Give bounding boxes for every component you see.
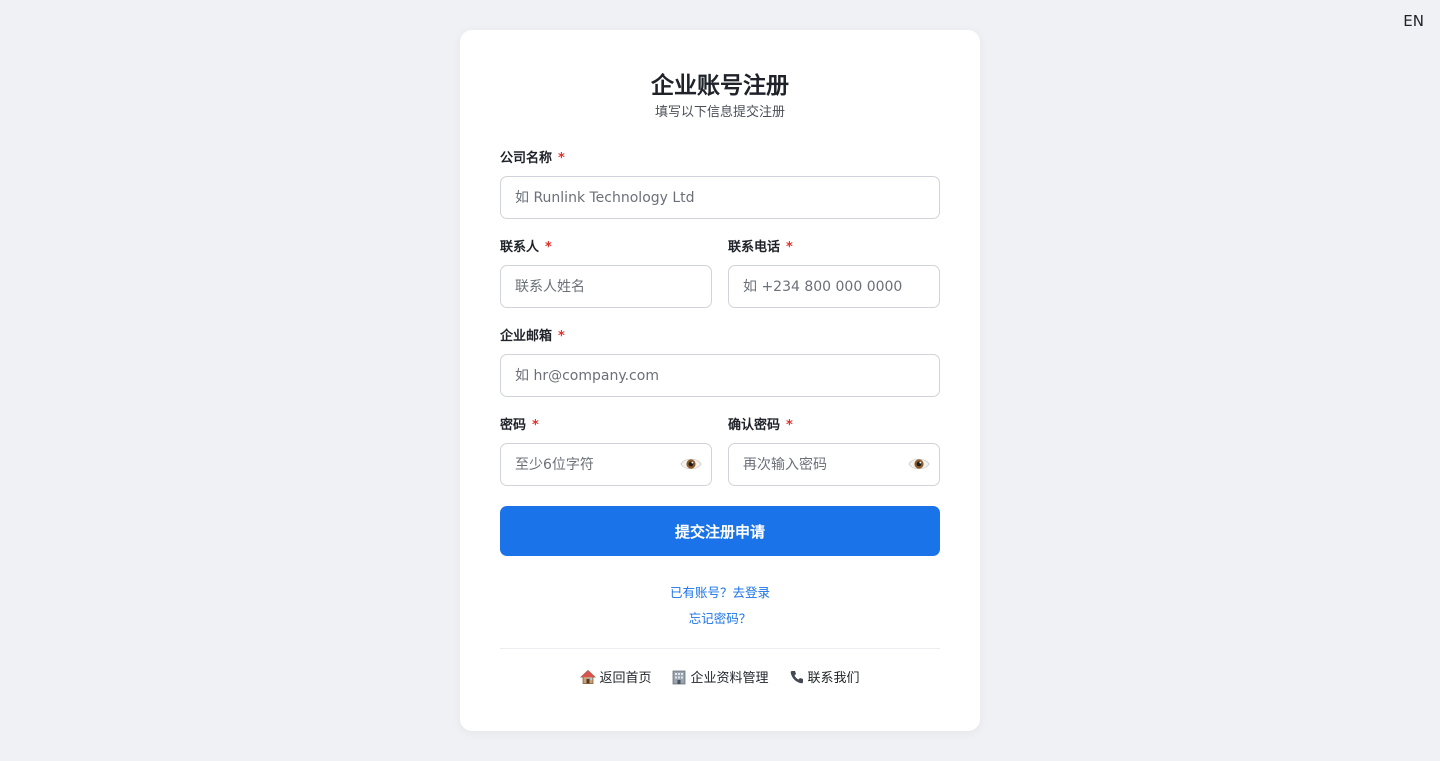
registration-card: 企业账号注册 填写以下信息提交注册 公司名称 * 联系人 * 联系电话 * xyxy=(460,30,980,731)
email-label-text: 企业邮箱 xyxy=(500,329,553,344)
forgot-password-link[interactable]: 忘记密码？ xyxy=(500,606,940,632)
footer-profile-link[interactable]: 企业资料管理 xyxy=(671,667,769,686)
phone-icon xyxy=(790,670,803,683)
auth-links: 已有账号？去登录 忘记密码？ xyxy=(500,580,940,632)
office-building-icon xyxy=(673,670,686,684)
contact-field: 联系人 * xyxy=(500,239,712,308)
password-label-text: 密码 xyxy=(500,418,527,433)
language-toggle[interactable]: EN xyxy=(1403,12,1424,30)
footer-home-link[interactable]: 返回首页 xyxy=(580,667,651,686)
required-mark: * xyxy=(532,418,539,433)
phone-label: 联系电话 * xyxy=(728,239,940,257)
contact-row: 联系人 * 联系电话 * xyxy=(500,239,940,328)
contact-label: 联系人 * xyxy=(500,239,712,257)
footer-profile-label: 企业资料管理 xyxy=(690,671,769,686)
confirm-password-label-text: 确认密码 xyxy=(728,418,781,433)
required-mark: * xyxy=(786,240,793,255)
company-label-text: 公司名称 xyxy=(500,151,553,166)
phone-input[interactable] xyxy=(728,265,940,308)
contact-label-text: 联系人 xyxy=(500,240,540,255)
company-name-input[interactable] xyxy=(500,176,940,219)
company-field: 公司名称 * xyxy=(500,150,940,219)
registration-form: 公司名称 * 联系人 * 联系电话 * xyxy=(500,150,940,556)
divider xyxy=(500,648,940,649)
footer-nav: 返回首页 企业资料管理 联系我们 xyxy=(500,667,940,686)
contact-person-input[interactable] xyxy=(500,265,712,308)
eye-icon[interactable] xyxy=(908,454,930,474)
submit-registration-button[interactable]: 提交注册申请 xyxy=(500,506,940,556)
page-subtitle: 填写以下信息提交注册 xyxy=(654,105,785,120)
email-field: 企业邮箱 * xyxy=(500,328,940,397)
confirm-password-label: 确认密码 * xyxy=(728,417,940,435)
password-label: 密码 * xyxy=(500,417,712,435)
password-field: 密码 * xyxy=(500,417,712,486)
phone-label-text: 联系电话 xyxy=(728,240,781,255)
required-mark: * xyxy=(545,240,552,255)
password-row: 密码 * 确认密码 * xyxy=(500,417,940,506)
email-label: 企业邮箱 * xyxy=(500,328,940,346)
login-link[interactable]: 已有账号？去登录 xyxy=(500,580,940,606)
password-input-wrap xyxy=(500,443,712,486)
email-input[interactable] xyxy=(500,354,940,397)
phone-field: 联系电话 * xyxy=(728,239,940,308)
required-mark: * xyxy=(558,151,565,166)
required-mark: * xyxy=(558,329,565,344)
confirm-password-field: 确认密码 * xyxy=(728,417,940,486)
confirm-password-input-wrap xyxy=(728,443,940,486)
page-title: 企业账号注册 xyxy=(651,73,789,99)
footer-contact-label: 联系我们 xyxy=(807,671,860,686)
footer-contact-link[interactable]: 联系我们 xyxy=(789,667,860,686)
house-icon xyxy=(580,669,597,684)
required-mark: * xyxy=(786,418,793,433)
company-label: 公司名称 * xyxy=(500,150,940,168)
footer-home-label: 返回首页 xyxy=(599,671,652,686)
eye-icon[interactable] xyxy=(680,454,702,474)
